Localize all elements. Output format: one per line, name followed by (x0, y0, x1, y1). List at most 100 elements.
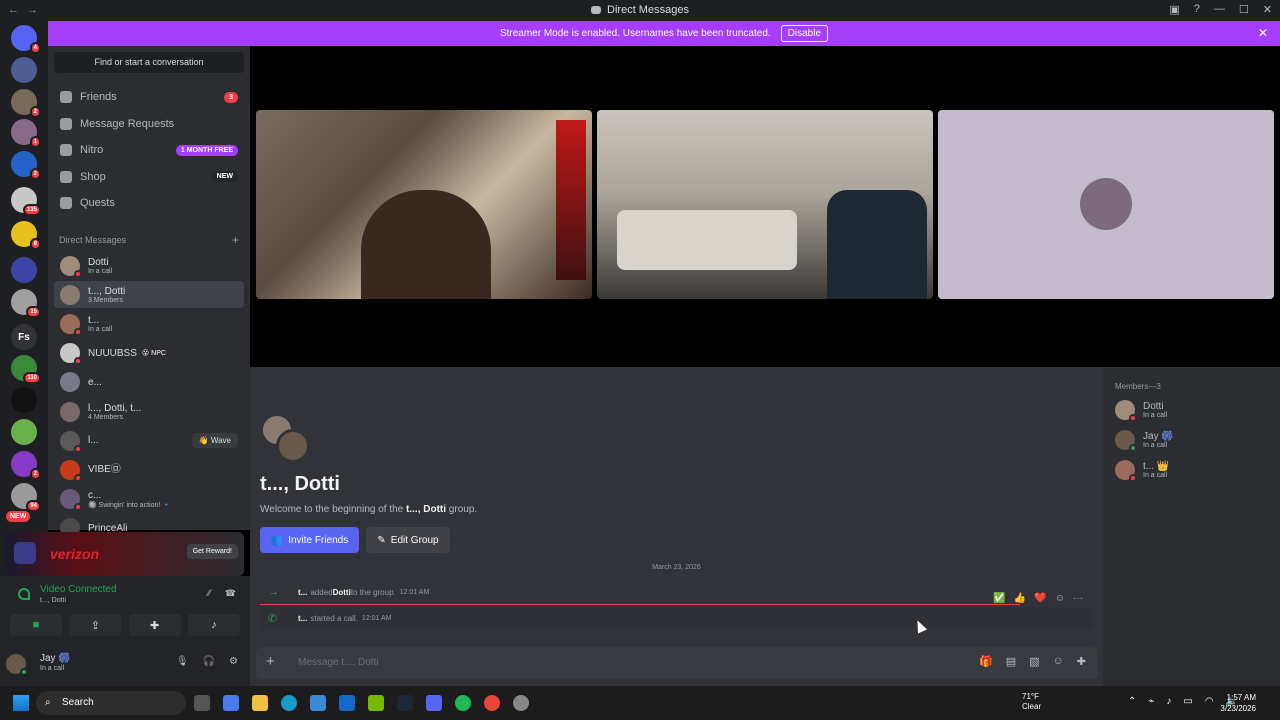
system-message[interactable]: → t... added Dotti to the group. 12:01 AM (260, 581, 1093, 603)
server-icon[interactable]: 2 (11, 151, 41, 180)
server-icon[interactable] (11, 387, 37, 413)
message-composer[interactable]: + Message t..., Dotti 🎁 ▤ ▧ ☺ ✚ (256, 647, 1098, 679)
member-item[interactable]: Dotti In a call (1115, 397, 1167, 423)
server-icon[interactable]: 110 (11, 355, 41, 384)
dm-item[interactable]: NUUUBSS 😮 NPC (54, 340, 244, 367)
create-dm-icon[interactable]: + (232, 233, 239, 247)
close-icon[interactable]: ✕ (1258, 26, 1268, 40)
gift-icon[interactable]: 🎁 (979, 655, 993, 668)
add-reaction-icon[interactable]: ☺ (1055, 593, 1065, 604)
disconnect-icon[interactable]: ☎ (225, 588, 236, 599)
message-input[interactable]: Message t..., Dotti (298, 657, 379, 668)
heart-react-icon[interactable]: ❤️ (1034, 593, 1046, 604)
screen-share-button[interactable]: ⇪ (69, 614, 122, 636)
system-message[interactable]: ✆ t... started a call. 12:01 AM (260, 607, 1093, 629)
wave-button[interactable]: 👋 Wave (191, 433, 238, 449)
file-explorer-icon[interactable] (252, 695, 268, 711)
chevron-up-icon[interactable]: ⌃ (1128, 696, 1136, 707)
windows-start-icon[interactable] (13, 695, 29, 711)
activity-button[interactable]: ✚ (128, 614, 181, 636)
dm-item[interactable]: c... 🔘 Swingin' into action! 🔹 (54, 486, 244, 513)
apps-icon[interactable]: ✚ (1077, 655, 1086, 668)
server-icon[interactable]: 135 (11, 187, 41, 216)
invite-friends-button[interactable]: 👥 Invite Friends (260, 527, 359, 553)
discord-taskbar-icon[interactable] (426, 695, 442, 711)
nav-friends[interactable]: Friends 3 (54, 85, 244, 109)
task-view-icon[interactable] (194, 695, 210, 711)
store-icon[interactable] (310, 695, 326, 711)
server-icon[interactable]: 15 (11, 289, 41, 318)
nav-shop[interactable]: Shop NEW (54, 165, 244, 189)
close-button[interactable]: ✕ (1263, 3, 1272, 16)
emoji-icon[interactable]: ☺ (1053, 655, 1064, 668)
settings-icon[interactable]: ⚙ (229, 656, 238, 667)
nav-quests[interactable]: Quests (54, 191, 244, 215)
headphones-icon[interactable]: 🎧 (203, 656, 215, 667)
dm-name: l... (88, 435, 99, 447)
edge-icon[interactable] (281, 695, 297, 711)
chrome-icon[interactable] (484, 695, 500, 711)
video-tile[interactable] (256, 110, 592, 299)
server-icon[interactable]: 1 (11, 119, 41, 148)
clock[interactable]: 1:57 AM 3/23/2026 (1220, 692, 1256, 714)
server-icon[interactable]: 8 (11, 221, 41, 250)
get-reward-button[interactable]: Get Reward! (186, 544, 238, 559)
dm-item[interactable]: VIBE㉤ (54, 456, 244, 483)
video-tile[interactable] (938, 110, 1274, 299)
server-icon[interactable]: Fs (11, 324, 37, 350)
dm-item[interactable]: l... 👋 Wave (54, 427, 244, 454)
server-icon[interactable] (11, 257, 37, 283)
date-divider: March 23, 2026 (652, 564, 701, 571)
thumbs-up-react-icon[interactable]: 👍 (1014, 593, 1026, 604)
wifi-icon[interactable]: ◠ (1205, 696, 1214, 707)
discord-home-icon[interactable]: 4 (11, 25, 41, 54)
member-item[interactable]: Jay 🎆 In a call (1115, 427, 1174, 453)
server-icon[interactable] (11, 57, 37, 83)
settings-app-icon[interactable] (513, 695, 529, 711)
avatar[interactable] (6, 654, 28, 676)
more-icon[interactable]: ··· (1073, 593, 1083, 604)
server-icon[interactable]: 2 (11, 451, 41, 480)
inbox-icon[interactable]: ▣ (1169, 3, 1179, 16)
video-tile[interactable] (597, 110, 933, 299)
soundboard-button[interactable]: ♪ (187, 614, 240, 636)
signal-icon[interactable] (18, 588, 30, 600)
nav-nitro[interactable]: Nitro 1 MONTH FREE (54, 138, 244, 162)
dm-item[interactable]: Dotti In a call (54, 252, 244, 279)
mic-tray-icon[interactable]: ♪ (1166, 696, 1171, 707)
dm-item[interactable]: t... In a call (54, 310, 244, 337)
copilot-icon[interactable] (223, 695, 239, 711)
taskbar-search[interactable]: ⌕ Search (36, 691, 186, 715)
maximize-button[interactable]: ☐ (1239, 3, 1249, 16)
attach-icon[interactable]: + (266, 653, 275, 670)
disable-button[interactable]: Disable (780, 25, 829, 42)
weather-widget[interactable]: 71°F Clear (1022, 692, 1041, 712)
server-icon[interactable]: 94 (11, 483, 41, 512)
minimize-button[interactable]: — (1214, 3, 1225, 16)
help-icon[interactable]: ? (1194, 3, 1200, 16)
server-icon[interactable] (11, 419, 37, 445)
display-icon[interactable]: ▭ (1183, 696, 1192, 707)
edit-group-button[interactable]: ✎ Edit Group (366, 527, 450, 553)
voice-channel[interactable]: t..., Dotti (40, 597, 66, 604)
spotify-icon[interactable] (455, 695, 471, 711)
server-icon[interactable]: 2 (11, 89, 41, 118)
promo-banner[interactable]: verizon Get Reward! (6, 532, 244, 576)
camera-button[interactable]: ■ (10, 614, 62, 636)
nav-message-requests[interactable]: Message Requests (54, 112, 244, 136)
dm-item[interactable]: l..., Dotti, t... 4 Members (54, 398, 244, 425)
dm-item[interactable]: t..., Dotti 3 Members (54, 281, 244, 309)
nvidia-icon[interactable] (368, 695, 384, 711)
noise-suppression-icon[interactable]: ⁄⁄ (208, 588, 211, 599)
dm-item[interactable]: e... (54, 369, 244, 396)
network-icon[interactable]: ⌁ (1148, 696, 1154, 707)
outlook-icon[interactable] (339, 695, 355, 711)
check-react-icon[interactable]: ✅ (993, 593, 1005, 604)
steam-icon[interactable] (397, 695, 413, 711)
sticker-icon[interactable]: ▧ (1029, 655, 1039, 668)
gif-icon[interactable]: ▤ (1006, 655, 1016, 668)
find-conversation-input[interactable]: Find or start a conversation (54, 52, 244, 73)
member-item[interactable]: t... 👑 In a call (1115, 457, 1169, 483)
message-actions[interactable]: ✅ 👍 ❤️ ☺ ··· (993, 593, 1083, 604)
mic-icon[interactable]: 🎙 (176, 656, 189, 667)
